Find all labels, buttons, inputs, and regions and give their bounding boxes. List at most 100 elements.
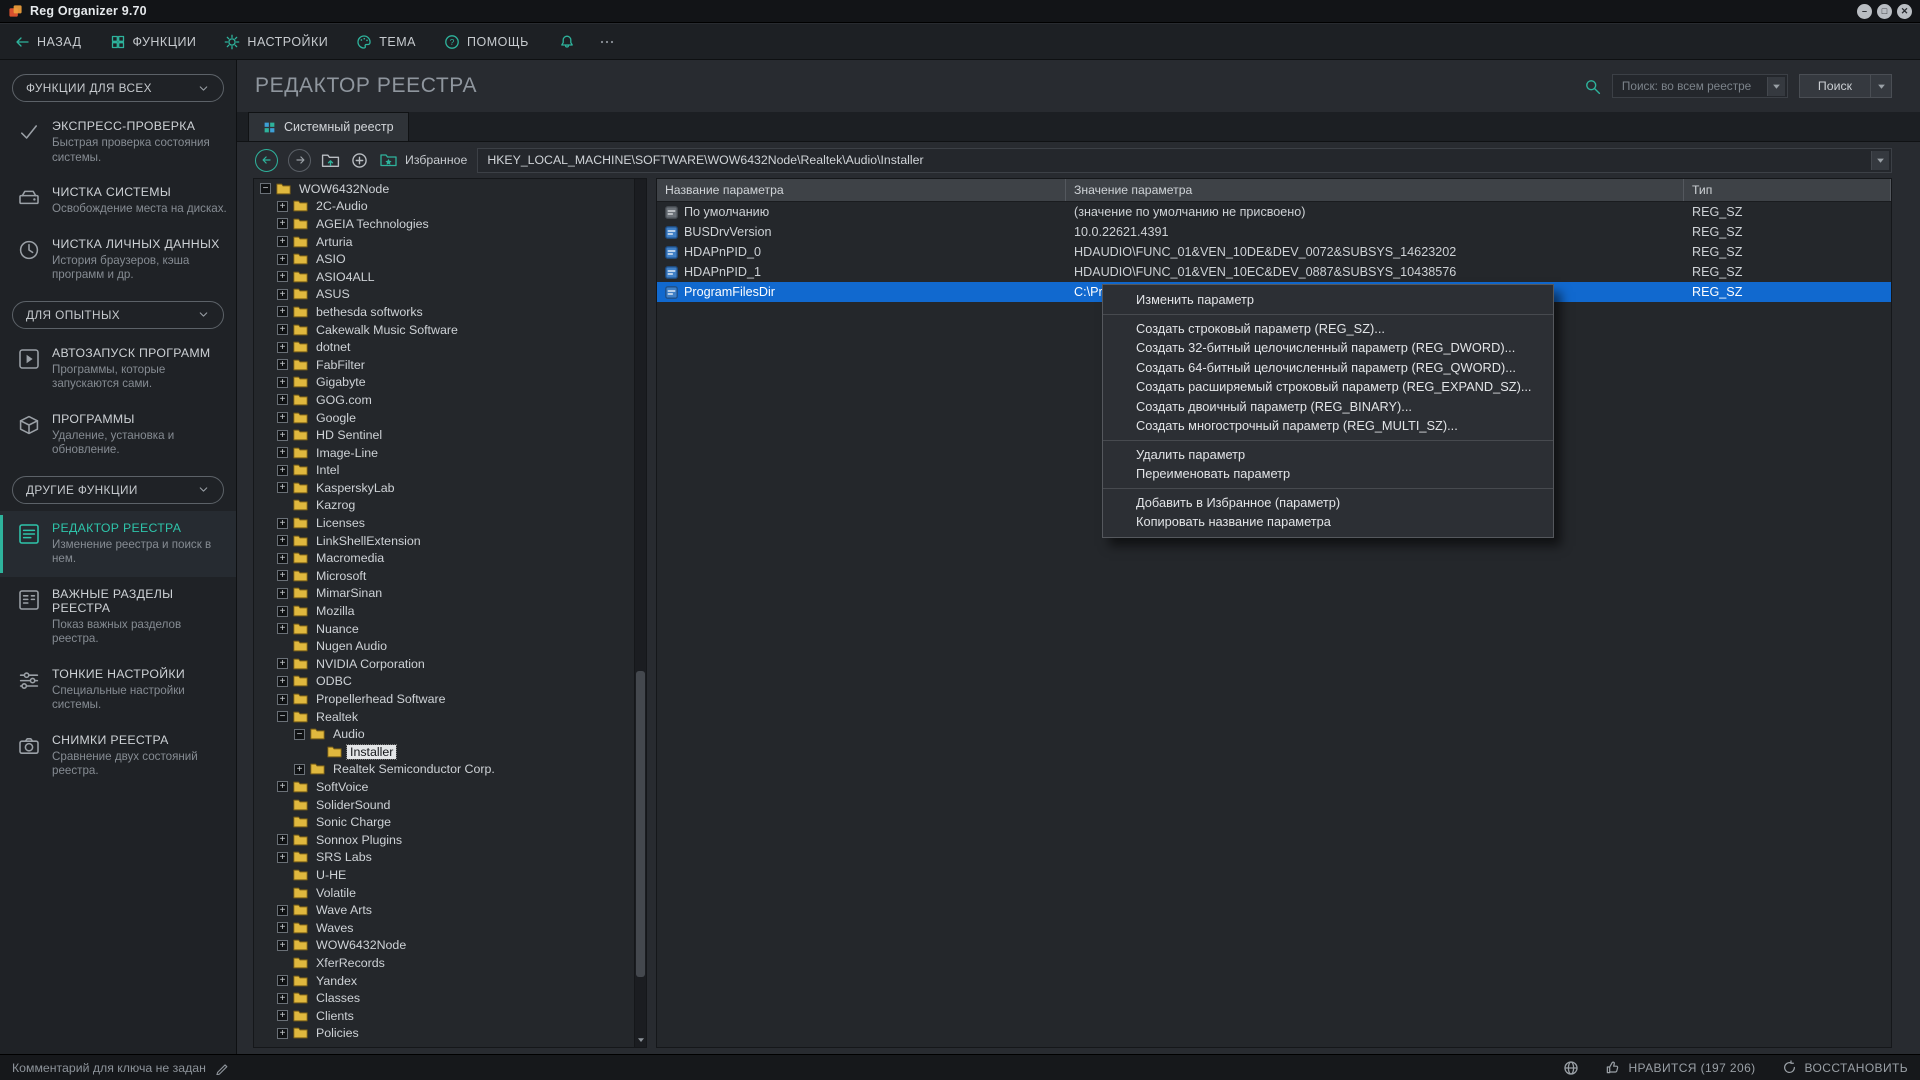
search-scope-select[interactable]: Поиск: во всем реестре — [1612, 74, 1788, 98]
context-menu-item-new-string[interactable]: Создать строковый параметр (REG_SZ)... — [1103, 319, 1553, 339]
tree-node-audio[interactable]: −Audio — [254, 725, 634, 743]
registry-value-row-hdapnpid-0[interactable]: HDAPnPID_0HDAUDIO\FUNC_01&VEN_10DE&DEV_0… — [657, 242, 1891, 262]
expand-box-icon[interactable]: + — [277, 852, 288, 863]
expand-box-icon[interactable]: + — [277, 236, 288, 247]
expand-box-icon[interactable]: + — [277, 289, 288, 300]
context-menu-item-new-expand-sz[interactable]: Создать расширяемый строковый параметр (… — [1103, 377, 1553, 397]
tree-node-image-line[interactable]: +Image-Line — [254, 444, 634, 462]
context-menu-item-rename[interactable]: Переименовать параметр — [1103, 464, 1553, 484]
tree-node-installer[interactable]: Installer — [254, 743, 634, 761]
expand-box-icon[interactable]: + — [277, 430, 288, 441]
tree-scrollbar[interactable] — [634, 179, 646, 1047]
sidebar-item-programs[interactable]: ПРОГРАММЫУдаление, установка и обновлени… — [0, 402, 236, 468]
tree-node-wow6432node[interactable]: +WOW6432Node — [254, 937, 634, 955]
column-header-type[interactable]: Тип — [1684, 179, 1891, 201]
tree-node-odbc[interactable]: +ODBC — [254, 673, 634, 691]
tree-node-cakewalk-music-software[interactable]: +Cakewalk Music Software — [254, 321, 634, 339]
tree-node-nuance[interactable]: +Nuance — [254, 620, 634, 638]
context-menu-item-delete[interactable]: Удалить параметр — [1103, 445, 1553, 465]
toolbar-help[interactable]: ?ПОМОЩЬ — [444, 34, 529, 50]
tree-node-bethesda-softworks[interactable]: +bethesda softworks — [254, 303, 634, 321]
tree-node-realtek-semiconductor-corp[interactable]: +Realtek Semiconductor Corp. — [254, 761, 634, 779]
sidebar-item-privacy-cleanup[interactable]: ЧИСТКА ЛИЧНЫХ ДАННЫХИстория браузеров, к… — [0, 227, 236, 293]
expand-box-icon[interactable]: + — [277, 905, 288, 916]
tree-node-sonnox-plugins[interactable]: +Sonnox Plugins — [254, 831, 634, 849]
toolbar-settings[interactable]: НАСТРОЙКИ — [224, 34, 328, 50]
expand-box-icon[interactable]: + — [277, 553, 288, 564]
sidebar-group-0[interactable]: ФУНКЦИИ ДЛЯ ВСЕХ — [12, 74, 224, 102]
expand-box-icon[interactable]: + — [277, 306, 288, 317]
tree-node-waves[interactable]: +Waves — [254, 919, 634, 937]
expand-box-icon[interactable]: + — [277, 606, 288, 617]
tree-node-microsoft[interactable]: +Microsoft — [254, 567, 634, 585]
tree-node-asio4all[interactable]: +ASIO4ALL — [254, 268, 634, 286]
tree-node-linkshellextension[interactable]: +LinkShellExtension — [254, 532, 634, 550]
registry-value-row-item[interactable]: По умолчанию(значение по умолчанию не пр… — [657, 202, 1891, 222]
expand-box-icon[interactable]: + — [277, 993, 288, 1004]
sidebar-group-2[interactable]: ДРУГИЕ ФУНКЦИИ — [12, 476, 224, 504]
expand-box-icon[interactable]: + — [277, 412, 288, 423]
expand-box-icon[interactable]: + — [277, 588, 288, 599]
collapse-box-icon[interactable]: − — [260, 183, 271, 194]
tree-node-gigabyte[interactable]: +Gigabyte — [254, 374, 634, 392]
sidebar-item-important-keys[interactable]: ВАЖНЫЕ РАЗДЕЛЫ РЕЕСТРАПоказ важных разде… — [0, 577, 236, 657]
sidebar-item-system-cleanup[interactable]: ЧИСТКА СИСТЕМЫОсвобождение места на диск… — [0, 175, 236, 227]
expand-box-icon[interactable]: + — [277, 359, 288, 370]
tree-node-solidersound[interactable]: SoliderSound — [254, 796, 634, 814]
expand-box-icon[interactable]: + — [277, 781, 288, 792]
tree-node-policies[interactable]: +Policies — [254, 1025, 634, 1043]
sidebar-item-express-check[interactable]: ЭКСПРЕСС-ПРОВЕРКАБыстрая проверка состоя… — [0, 109, 236, 175]
like-button[interactable]: НРАВИТСЯ (197 206) — [1605, 1060, 1755, 1075]
expand-box-icon[interactable]: + — [277, 570, 288, 581]
expand-box-icon[interactable]: + — [277, 694, 288, 705]
tree-node-propellerhead-software[interactable]: +Propellerhead Software — [254, 690, 634, 708]
tree-node-asio[interactable]: +ASIO — [254, 250, 634, 268]
expand-box-icon[interactable]: + — [277, 922, 288, 933]
sidebar-item-registry-editor[interactable]: РЕДАКТОР РЕЕСТРАИзменение реестра и поис… — [0, 511, 236, 577]
tree-node-softvoice[interactable]: +SoftVoice — [254, 778, 634, 796]
expand-box-icon[interactable]: + — [277, 218, 288, 229]
tree-node-intel[interactable]: +Intel — [254, 462, 634, 480]
toolbar-back[interactable]: НАЗАД — [14, 34, 82, 50]
registry-value-row-busdrvversion[interactable]: BUSDrvVersion10.0.22621.4391REG_SZ — [657, 222, 1891, 242]
tree-scrollbar-thumb[interactable] — [636, 671, 645, 977]
expand-box-icon[interactable]: + — [277, 834, 288, 845]
expand-box-icon[interactable]: + — [277, 447, 288, 458]
collapse-box-icon[interactable]: − — [277, 711, 288, 722]
tree-node-hd-sentinel[interactable]: +HD Sentinel — [254, 426, 634, 444]
folder-up-button[interactable] — [321, 152, 340, 169]
close-button[interactable]: ✕ — [1897, 4, 1912, 19]
tree-node-2c-audio[interactable]: +2C-Audio — [254, 198, 634, 216]
expand-box-icon[interactable]: + — [277, 1028, 288, 1039]
tree-node-realtek[interactable]: −Realtek — [254, 708, 634, 726]
minimize-button[interactable]: – — [1857, 4, 1872, 19]
tree-node-asus[interactable]: +ASUS — [254, 286, 634, 304]
expand-box-icon[interactable]: + — [277, 940, 288, 951]
toolbar-more[interactable] — [599, 34, 615, 50]
favorites-button[interactable]: Избранное — [379, 152, 467, 168]
expand-box-icon[interactable]: + — [277, 623, 288, 634]
expand-box-icon[interactable]: + — [277, 658, 288, 669]
tree-node-wave-arts[interactable]: +Wave Arts — [254, 901, 634, 919]
collapse-box-icon[interactable]: − — [294, 729, 305, 740]
tree-node-yandex[interactable]: +Yandex — [254, 972, 634, 990]
tree-node-mozilla[interactable]: +Mozilla — [254, 602, 634, 620]
context-menu-item-edit[interactable]: Изменить параметр — [1103, 290, 1553, 310]
sidebar-group-1[interactable]: ДЛЯ ОПЫТНЫХ — [12, 301, 224, 329]
expand-box-icon[interactable]: + — [277, 271, 288, 282]
tree-node-mimarsinan[interactable]: +MimarSinan — [254, 585, 634, 603]
search-scope-dropdown-button[interactable] — [1767, 77, 1785, 96]
tree-node-macromedia[interactable]: +Macromedia — [254, 549, 634, 567]
sidebar-item-startup[interactable]: АВТОЗАПУСК ПРОГРАММПрограммы, которые за… — [0, 336, 236, 402]
tree-node-volatile[interactable]: Volatile — [254, 884, 634, 902]
toolbar-theme[interactable]: ТЕМА — [356, 34, 416, 50]
expand-box-icon[interactable]: + — [277, 342, 288, 353]
tree-node-xferrecords[interactable]: XferRecords — [254, 954, 634, 972]
tree-scroll-down-button[interactable] — [635, 1033, 646, 1046]
expand-box-icon[interactable]: + — [277, 394, 288, 405]
tree-node-kazrog[interactable]: Kazrog — [254, 497, 634, 515]
context-menu-item-new-qword[interactable]: Создать 64-битный целочисленный параметр… — [1103, 358, 1553, 378]
nav-back-button[interactable] — [255, 149, 278, 172]
expand-box-icon[interactable]: + — [277, 975, 288, 986]
tree-node-dotnet[interactable]: +dotnet — [254, 338, 634, 356]
